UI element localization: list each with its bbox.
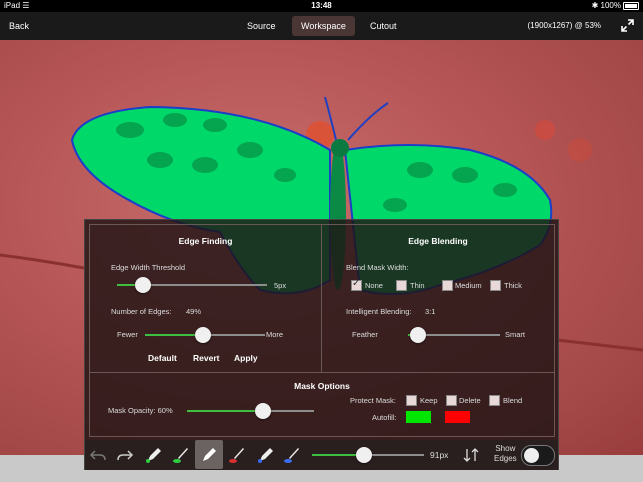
option-none: None <box>365 281 383 290</box>
sort-icon[interactable] <box>462 446 480 464</box>
blending-knob[interactable] <box>410 327 426 343</box>
brush-size-slider[interactable] <box>312 447 424 463</box>
fill-red-icon[interactable] <box>228 446 246 464</box>
fill-blue-icon[interactable] <box>283 446 301 464</box>
protect-blend: Blend <box>503 396 523 405</box>
tab-workspace[interactable]: Workspace <box>292 16 355 36</box>
protect-keep: Keep <box>420 396 438 405</box>
blending-slider[interactable] <box>408 327 500 343</box>
feather-label: Feather <box>352 330 378 339</box>
blend-width-label: Blend Mask Width: <box>346 263 409 272</box>
nav-bar: Back Source Workspace Cutout (1900x1267)… <box>0 12 643 40</box>
toggle-knob <box>524 448 539 463</box>
edge-width-label: Edge Width Threshold <box>111 263 186 272</box>
edge-width-slider[interactable] <box>117 277 267 293</box>
mask-opacity-knob[interactable] <box>255 403 271 419</box>
resolution-readout: (1900x1267) @ 53% <box>527 21 602 30</box>
redo-icon[interactable] <box>116 446 134 464</box>
mask-opacity-slider[interactable] <box>187 403 314 419</box>
checkbox-medium[interactable] <box>442 280 453 291</box>
protect-mask-label: Protect Mask: <box>350 396 396 405</box>
more-label: More <box>266 330 284 339</box>
edges-label: Number of Edges: <box>111 307 172 316</box>
show-edges-line2: Edges <box>494 454 517 463</box>
option-thin: Thin <box>410 281 425 290</box>
edges-value: 49% <box>186 307 202 316</box>
tool-bar: 91px Show Edges <box>84 440 559 470</box>
show-edges-label: Show Edges <box>494 444 517 464</box>
brush-white-tool[interactable] <box>195 440 223 469</box>
checkbox-delete[interactable] <box>446 395 457 406</box>
edge-blending-section: Edge Blending Blend Mask Width: None Thi… <box>321 224 555 373</box>
mask-opacity-fill <box>187 410 264 412</box>
mask-settings-panel: Edge Finding Edge Width Threshold 5px Nu… <box>84 219 559 442</box>
checkbox-blend[interactable] <box>489 395 500 406</box>
status-bar: iPad ☰ 13:48 ✱ 100% <box>0 0 643 12</box>
mask-options-section: Mask Options Mask Opacity: 60% Protect M… <box>89 372 555 437</box>
tab-source[interactable]: Source <box>238 16 285 36</box>
expand-icon[interactable] <box>621 19 634 32</box>
edges-knob[interactable] <box>195 327 211 343</box>
battery-icon <box>623 1 639 10</box>
checkbox-thin[interactable] <box>396 280 407 291</box>
checkbox-keep[interactable] <box>406 395 417 406</box>
fewer-label: Fewer <box>117 330 138 339</box>
fill-green-icon[interactable] <box>172 446 190 464</box>
intelligent-label: Intelligent Blending: <box>346 307 412 316</box>
apply-button[interactable]: Apply <box>234 353 258 363</box>
checkbox-none[interactable] <box>351 278 362 291</box>
revert-button[interactable]: Revert <box>193 353 219 363</box>
brush-green-icon[interactable] <box>144 446 162 464</box>
edge-width-value: 5px <box>274 281 287 290</box>
edge-width-knob[interactable] <box>135 277 151 293</box>
status-battery: ✱ 100% <box>592 0 639 12</box>
tab-cutout[interactable]: Cutout <box>361 16 406 36</box>
edges-slider[interactable] <box>145 327 265 343</box>
autofill-red-swatch[interactable] <box>445 411 470 423</box>
edge-finding-title: Edge Finding <box>178 236 233 246</box>
mask-opacity-label: Mask Opacity: 60% <box>108 406 173 415</box>
brush-size-value: 91px <box>430 450 449 460</box>
brush-blue-icon[interactable] <box>256 446 274 464</box>
checkbox-thick[interactable] <box>490 280 501 291</box>
brush-white-icon <box>203 448 216 461</box>
smart-label: Smart <box>505 330 526 339</box>
autofill-label: Autofill: <box>372 413 397 422</box>
default-button[interactable]: Default <box>148 353 177 363</box>
edge-blending-title: Edge Blending <box>408 236 468 246</box>
protect-delete: Delete <box>459 396 481 405</box>
autofill-green-swatch[interactable] <box>406 411 431 423</box>
mask-options-title: Mask Options <box>294 381 350 391</box>
option-thick: Thick <box>504 281 522 290</box>
intelligent-value: 3:1 <box>425 307 436 316</box>
edge-finding-section: Edge Finding Edge Width Threshold 5px Nu… <box>89 224 322 373</box>
status-time: 13:48 <box>311 1 332 10</box>
option-medium: Medium <box>455 281 482 290</box>
back-button[interactable]: Back <box>9 21 29 31</box>
brush-size-knob[interactable] <box>356 447 372 463</box>
show-edges-toggle[interactable] <box>521 445 555 466</box>
show-edges-line1: Show <box>495 444 516 453</box>
undo-icon[interactable] <box>89 446 107 464</box>
